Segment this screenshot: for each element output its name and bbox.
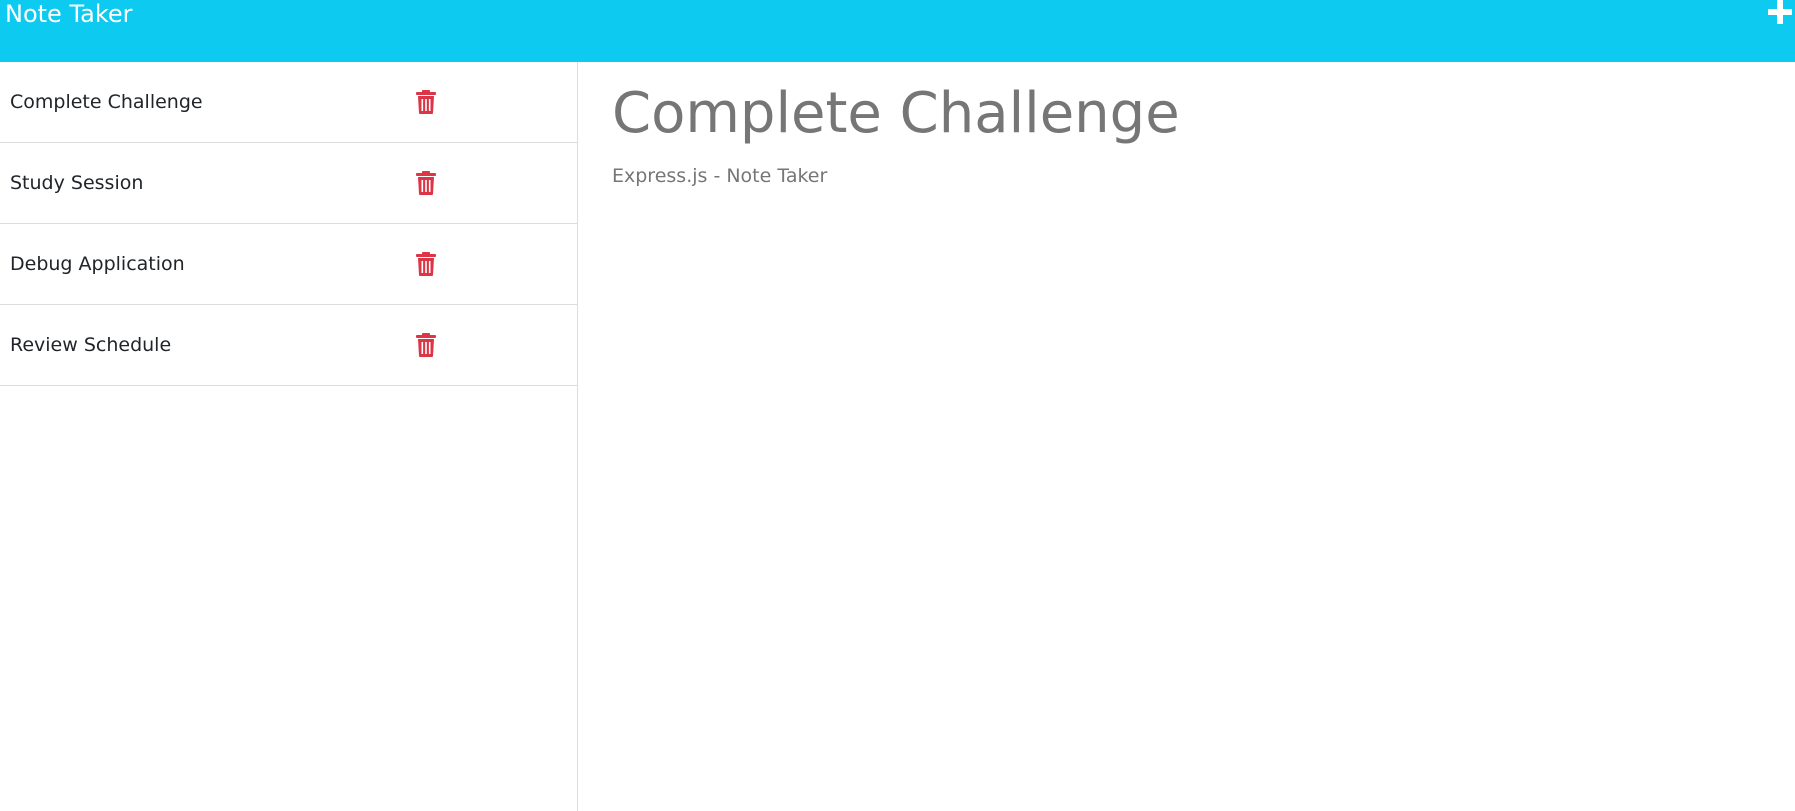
note-title: Study Session xyxy=(10,172,144,194)
app-title[interactable]: Note Taker xyxy=(5,0,133,28)
note-title: Debug Application xyxy=(10,253,185,275)
delete-note-button[interactable] xyxy=(416,333,436,357)
delete-note-button[interactable] xyxy=(416,171,436,195)
note-title-input[interactable] xyxy=(612,76,1712,152)
note-editor: Express.js - Note Taker xyxy=(578,62,1795,811)
trash-icon xyxy=(416,171,436,195)
note-list: Complete Challenge Study Session Debug A… xyxy=(0,62,577,386)
list-item[interactable]: Complete Challenge xyxy=(0,62,577,143)
list-item[interactable]: Debug Application xyxy=(0,224,577,305)
plus-icon xyxy=(1768,0,1792,24)
list-item[interactable]: Study Session xyxy=(0,143,577,224)
trash-icon xyxy=(416,252,436,276)
new-note-button[interactable] xyxy=(1765,0,1795,26)
navbar: Note Taker xyxy=(0,0,1795,62)
note-text-area[interactable]: Express.js - Note Taker xyxy=(612,162,1712,762)
list-item[interactable]: Review Schedule xyxy=(0,305,577,386)
note-title: Complete Challenge xyxy=(10,91,203,113)
delete-note-button[interactable] xyxy=(416,90,436,114)
delete-note-button[interactable] xyxy=(416,252,436,276)
trash-icon xyxy=(416,90,436,114)
note-title: Review Schedule xyxy=(10,334,172,356)
notes-sidebar: Complete Challenge Study Session Debug A… xyxy=(0,62,578,811)
trash-icon xyxy=(416,333,436,357)
